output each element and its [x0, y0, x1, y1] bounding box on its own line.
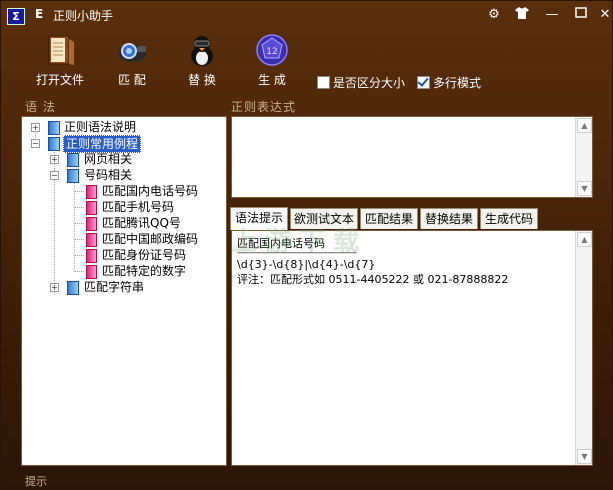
- replace-icon: [185, 33, 219, 67]
- tree-node-strings[interactable]: + 匹配字符串: [22, 279, 222, 295]
- app-sigma-icon[interactable]: Σ: [7, 8, 25, 25]
- document-icon: [86, 233, 97, 247]
- tree-connector: [75, 239, 84, 240]
- book-icon: [67, 169, 79, 183]
- document-icon: [86, 201, 97, 215]
- scroll-up-icon[interactable]: ▲: [577, 118, 592, 133]
- document-icon: [86, 249, 97, 263]
- tree-connector: [75, 207, 84, 208]
- tab-replace-result[interactable]: 替换结果: [420, 208, 478, 229]
- syntax-panel-title: 语 法: [25, 100, 56, 114]
- tree-connector: [75, 223, 84, 224]
- document-icon: [86, 217, 97, 231]
- generate-button[interactable]: 12 生 成: [237, 29, 307, 91]
- tree-connector: [75, 255, 84, 256]
- regex-input[interactable]: ▲ ▼: [231, 116, 593, 198]
- status-text: 提示: [25, 475, 47, 488]
- title-bar[interactable]: Σ E 正则小助手 ⚙ — ✕: [1, 1, 612, 29]
- hint-pattern: \d{3}-\d{8}|\d{4}-\d{7}: [237, 258, 376, 271]
- tab-match-result[interactable]: 匹配结果: [360, 208, 418, 229]
- status-bar: 提示: [1, 471, 612, 489]
- tree-node-label: 正则语法说明: [64, 120, 137, 134]
- case-sensitive-option[interactable]: 是否区分大小: [317, 74, 405, 91]
- case-sensitive-checkbox[interactable]: [317, 76, 330, 89]
- skin-shirt-icon[interactable]: [511, 7, 533, 23]
- watermark-logo: 上游下载: [231, 227, 368, 257]
- tree-node-mobile[interactable]: 匹配手机号码: [22, 199, 222, 215]
- tree-node-label: 匹配手机号码: [102, 200, 175, 214]
- match-button[interactable]: 匹 配: [97, 29, 167, 91]
- regex-scrollbar[interactable]: ▲ ▼: [575, 117, 592, 197]
- tree-node-id-card[interactable]: 匹配身份证号码: [22, 247, 222, 263]
- expand-plus-icon[interactable]: +: [50, 155, 59, 164]
- document-icon: [86, 265, 97, 279]
- tree-node-label: 匹配特定的数字: [102, 264, 187, 278]
- syntax-hint-panel[interactable]: 匹配国内电话号码 -------------------------------…: [231, 230, 593, 466]
- tree-node-numbers[interactable]: − 号码相关: [22, 167, 222, 183]
- tree-node-label: 网页相关: [84, 152, 133, 166]
- scroll-down-icon[interactable]: ▼: [577, 181, 592, 196]
- tree-node-syntax-help[interactable]: + 正则语法说明: [22, 119, 222, 135]
- match-label: 匹 配: [118, 73, 146, 87]
- close-button[interactable]: ✕: [594, 7, 613, 22]
- collapse-minus-icon[interactable]: −: [50, 171, 59, 180]
- match-icon: [115, 33, 149, 67]
- expand-plus-icon[interactable]: +: [50, 283, 59, 292]
- tree-node-domestic-phone[interactable]: 匹配国内电话号码: [22, 183, 222, 199]
- book-icon: [67, 281, 79, 295]
- tree-node-label: 匹配字符串: [84, 280, 145, 294]
- multiline-option[interactable]: 多行模式: [417, 74, 481, 91]
- multiline-checkbox[interactable]: [417, 76, 430, 89]
- svg-text:12: 12: [266, 47, 277, 57]
- scroll-up-icon[interactable]: ▲: [577, 232, 592, 247]
- collapse-minus-icon[interactable]: −: [31, 139, 40, 148]
- tab-generate-code[interactable]: 生成代码: [480, 208, 538, 229]
- expand-plus-icon[interactable]: +: [31, 123, 40, 132]
- generate-label: 生 成: [258, 73, 286, 87]
- hint-scrollbar[interactable]: ▲ ▼: [575, 231, 592, 465]
- tree-connector: [75, 191, 84, 192]
- open-file-button[interactable]: 打开文件: [25, 29, 95, 91]
- generate-icon: 12: [255, 33, 289, 67]
- toolbar: 打开文件 匹 配 替 换 12 生 成 是否区分大小 多行模式: [1, 29, 612, 93]
- window-title: 正则小助手: [53, 9, 114, 23]
- replace-button[interactable]: 替 换: [167, 29, 237, 91]
- replace-label: 替 换: [188, 73, 216, 87]
- main-window: Σ E 正则小助手 ⚙ — ✕ 打开文件 匹 配 替 换 12 生 成 是否区分…: [0, 0, 613, 490]
- tree-node-label: 匹配腾讯QQ号: [102, 216, 181, 230]
- tree-node-specific-number[interactable]: 匹配特定的数字: [22, 263, 222, 279]
- case-sensitive-label: 是否区分大小: [333, 76, 406, 90]
- syntax-tree[interactable]: + 正则语法说明 − 正则常用例程 + 网页相关 − 号码相关 匹配国内电话号码: [21, 116, 227, 466]
- tree-node-common-examples[interactable]: − 正则常用例程: [22, 135, 222, 153]
- document-icon: [86, 185, 97, 199]
- tree-connector: [75, 271, 84, 272]
- maximize-button[interactable]: [570, 7, 592, 22]
- tree-node-label: 匹配身份证号码: [102, 248, 187, 262]
- tree-node-label: 匹配国内电话号码: [102, 184, 199, 198]
- book-icon: [48, 121, 60, 135]
- title-prefix: E: [35, 7, 44, 21]
- minimize-button[interactable]: —: [541, 7, 563, 22]
- scroll-down-icon[interactable]: ▼: [577, 449, 592, 464]
- book-icon: [67, 153, 79, 167]
- multiline-label: 多行模式: [433, 76, 482, 90]
- tree-node-qq[interactable]: 匹配腾讯QQ号: [22, 215, 222, 231]
- tree-node-label: 匹配中国邮政编码: [102, 232, 199, 246]
- settings-gear-icon[interactable]: ⚙: [483, 7, 505, 22]
- hint-comment: 评注：匹配形式如 0511-4405222 或 021-87888822: [237, 273, 509, 286]
- tree-node-postal-code[interactable]: 匹配中国邮政编码: [22, 231, 222, 247]
- tree-node-label: 号码相关: [84, 168, 133, 182]
- open-file-label: 打开文件: [35, 73, 84, 87]
- book-icon: [48, 137, 60, 151]
- regex-panel-title: 正则表达式: [231, 100, 297, 114]
- tree-node-web[interactable]: + 网页相关: [22, 151, 222, 167]
- open-file-icon: [43, 33, 77, 67]
